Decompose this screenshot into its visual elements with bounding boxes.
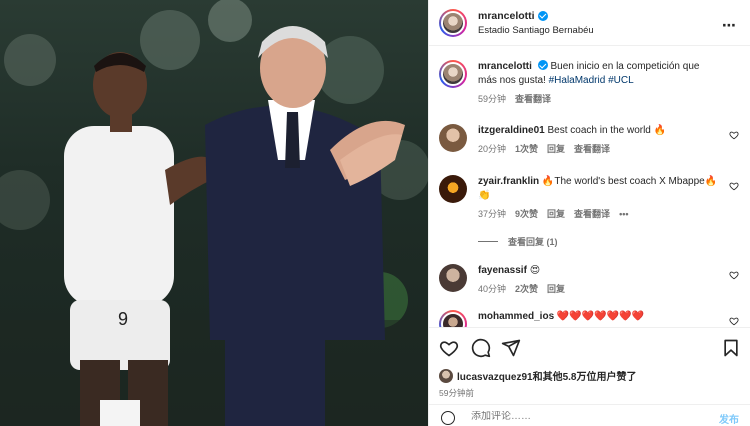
instagram-post-view: 9 mrancelotti Estadio Santiago Bernabéu … — [0, 0, 750, 426]
avatar[interactable] — [439, 8, 467, 37]
comment-username[interactable]: fayenassif — [478, 265, 527, 276]
add-comment-bar: 发布 — [429, 404, 750, 426]
list-item: fayenassif 😍 40分钟 2次赞 回复 — [439, 264, 739, 296]
view-replies-button[interactable]: 查看回复 (1) — [478, 235, 558, 248]
post-side-panel: mrancelotti Estadio Santiago Bernabéu ⋯ … — [428, 0, 750, 426]
post-time: 59分钟前 — [439, 388, 474, 398]
action-bar — [429, 327, 750, 369]
reply-button[interactable]: 回复 — [547, 207, 565, 221]
post-location[interactable]: Estadio Santiago Bernabéu — [478, 25, 594, 36]
list-item: zyair.franklin 🔥The world's best coach X… — [439, 175, 739, 221]
avatar[interactable] — [439, 264, 467, 292]
heart-icon[interactable] — [729, 270, 739, 280]
comment-input[interactable] — [471, 411, 691, 422]
heart-icon[interactable] — [439, 338, 459, 358]
svg-text:9: 9 — [118, 309, 128, 329]
hashtag-link[interactable]: #UCL — [608, 75, 634, 86]
comment-text: ❤️❤️❤️❤️❤️❤️❤️ — [556, 311, 645, 322]
list-item: itzgeraldine01 Best coach in the world 🔥… — [439, 124, 739, 156]
reply-button[interactable]: 回复 — [547, 142, 565, 156]
heart-icon[interactable] — [729, 130, 739, 140]
verified-icon — [537, 10, 548, 21]
emoji-icon[interactable] — [441, 411, 455, 425]
share-icon[interactable] — [501, 338, 521, 358]
comment-likes[interactable]: 9次赞 — [515, 207, 538, 221]
author-username[interactable]: mrancelotti — [478, 10, 535, 22]
avatar[interactable] — [439, 124, 467, 152]
avatar[interactable] — [439, 310, 467, 327]
comment-text: Best coach in the world 🔥 — [547, 125, 667, 136]
comment-username[interactable]: mohammed_ios — [478, 311, 554, 322]
bookmark-icon[interactable] — [721, 338, 741, 358]
caption-username[interactable]: mrancelotti — [478, 61, 532, 72]
heart-icon[interactable] — [729, 316, 739, 326]
translate-link[interactable]: 查看翻译 — [574, 207, 610, 221]
comment-username[interactable]: itzgeraldine01 — [478, 125, 545, 136]
avatar[interactable] — [439, 60, 467, 88]
comment-likes[interactable]: 2次赞 — [515, 282, 538, 296]
avatar — [439, 368, 453, 383]
post-button[interactable]: 发布 — [719, 411, 739, 426]
comment-time: 20分钟 — [478, 144, 507, 154]
view-replies-label: 查看回复 (1) — [508, 237, 558, 247]
comments-list: mrancelotti Buen inicio en la competició… — [429, 46, 750, 327]
caption: mrancelotti Buen inicio en la competició… — [439, 60, 739, 106]
caption-time: 59分钟 — [478, 94, 507, 104]
comment-username[interactable]: zyair.franklin — [478, 176, 539, 187]
likes-text: lucasvazquez91和其他5.8万位用户赞了 — [457, 372, 637, 383]
divider — [478, 241, 498, 242]
verified-icon — [537, 60, 548, 70]
more-icon[interactable]: ••• — [619, 207, 628, 221]
likes-summary[interactable]: lucasvazquez91和其他5.8万位用户赞了 — [439, 368, 637, 383]
avatar[interactable] — [439, 175, 467, 203]
post-photo[interactable]: 9 — [0, 0, 428, 426]
post-header: mrancelotti Estadio Santiago Bernabéu ⋯ — [429, 0, 750, 46]
reply-button[interactable]: 回复 — [547, 282, 565, 296]
post-photo-illustration: 9 — [0, 0, 428, 426]
translate-link[interactable]: 查看翻译 — [515, 92, 551, 106]
hashtag-link[interactable]: #HalaMadrid — [549, 75, 606, 86]
comment-likes[interactable]: 1次赞 — [515, 142, 538, 156]
comment-text: 😍 — [529, 265, 541, 276]
comment-time: 37分钟 — [478, 209, 507, 219]
list-item: mohammed_ios ❤️❤️❤️❤️❤️❤️❤️ — [439, 310, 739, 327]
translate-link[interactable]: 查看翻译 — [574, 142, 610, 156]
comment-icon[interactable] — [471, 338, 491, 358]
heart-icon[interactable] — [729, 181, 739, 191]
comment-time: 40分钟 — [478, 284, 507, 294]
more-icon[interactable]: ⋯ — [722, 17, 737, 34]
